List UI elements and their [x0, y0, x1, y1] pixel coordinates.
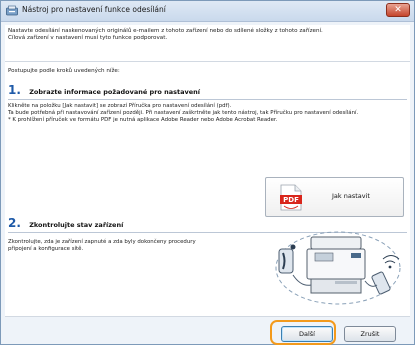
window-title: Nástroj pro nastavení funkce odesílání [22, 5, 166, 14]
dialog-content: Nastavte odesílání naskenovaných originá… [5, 25, 410, 343]
divider [5, 61, 410, 62]
instructions-text: Postupujte podle kroků uvedených níže: [8, 68, 120, 74]
close-icon: ✕ [394, 5, 402, 15]
step-1-number: 1. [8, 83, 21, 97]
app-icon [6, 5, 18, 16]
intro-text: Nastavte odesílání naskenovaných originá… [8, 28, 408, 42]
pdf-icon-label: PDF [283, 196, 299, 204]
step-1-separator [8, 99, 407, 100]
next-button-highlight [270, 320, 336, 345]
step-1-title: Zobrazte informace požadované pro nastav… [29, 88, 201, 96]
dialog-window: Nástroj pro nastavení funkce odesílání ✕… [0, 0, 415, 345]
step-1-heading: 1. Zobrazte informace požadované pro nas… [8, 83, 200, 97]
step-1-desc-line-1: Klikněte na položku [Jak nastavit] se zo… [8, 103, 232, 109]
device-network-illustration [275, 231, 401, 305]
step-1-description: Klikněte na položku [Jak nastavit] se zo… [8, 103, 408, 124]
button-bar: Další Zrušit [5, 316, 410, 343]
intro-line-2: Cílová zařízení v nastavení musí tyto fu… [8, 35, 168, 42]
step-2-title: Zkontrolujte stav zařízení [29, 221, 124, 229]
title-bar[interactable]: Nástroj pro nastavení funkce odesílání ✕ [1, 1, 414, 22]
printer-icon [306, 236, 366, 294]
how-to-setup-button[interactable]: PDF Jak nastavit [265, 177, 404, 217]
close-button[interactable]: ✕ [386, 3, 410, 17]
wireless-router-icon [371, 255, 400, 295]
telephone-icon [278, 244, 296, 274]
step-2-heading: 2. Zkontrolujte stav zařízení [8, 216, 123, 230]
step-2-number: 2. [8, 216, 21, 230]
cancel-button[interactable]: Zrušit [344, 326, 396, 342]
how-to-setup-label: Jak nastavit [332, 192, 370, 200]
step-2-description: Zkontrolujte, zda je zařízení zapnuté a … [8, 239, 196, 252]
pdf-icon: PDF [280, 184, 302, 211]
step-1-desc-line-2: Ta bude potřebná při nastavování zařízen… [8, 110, 359, 116]
step-1-desc-line-3: * K prohlížení příruček ve formátu PDF j… [8, 117, 278, 123]
